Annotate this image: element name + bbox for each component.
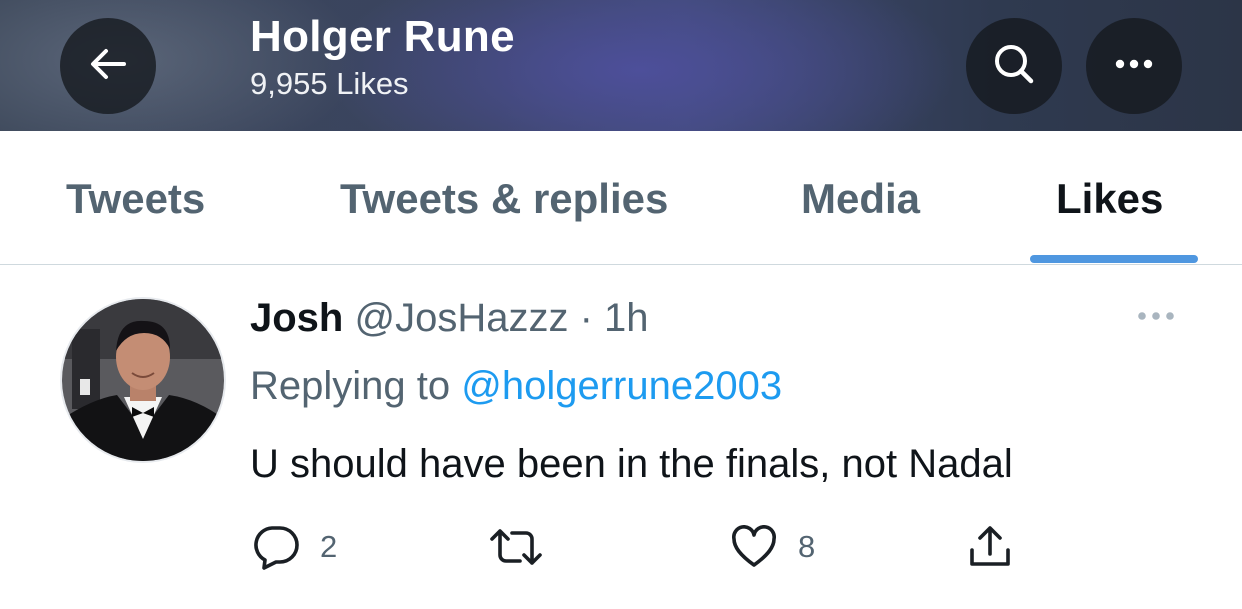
like-count: 8 [798,529,816,564]
replying-to-link[interactable]: @holgerrune2003 [461,364,782,408]
profile-name-title: Holger Rune [250,12,515,61]
retweet-icon [488,525,544,569]
search-button[interactable] [966,18,1062,114]
likes-count: 9,955 Likes [250,66,409,101]
profile-tabs: Tweets Tweets & replies Media Likes [0,131,1242,265]
profile-header: Holger Rune 9,955 Likes [0,0,1242,131]
avatar[interactable] [60,297,226,463]
more-options-button[interactable] [1086,18,1182,114]
share-icon [966,524,1014,570]
tweet-more-button[interactable] [1128,300,1184,336]
tweet-text: U should have been in the finals, not Na… [250,442,1013,486]
replying-to-label: Replying to [250,364,451,408]
back-button[interactable] [60,18,156,114]
search-icon [990,40,1038,93]
separator-dot: · [579,296,593,340]
avatar-photo [62,299,224,461]
share-button[interactable] [966,522,1014,572]
author-handle[interactable]: @JosHazzz [354,296,568,340]
replying-to-line: Replying to @holgerrune2003 [250,364,782,409]
active-tab-indicator [1030,255,1198,263]
tab-tweets-and-replies[interactable]: Tweets & replies [340,175,668,223]
author-name[interactable]: Josh [250,296,343,340]
tweet-time[interactable]: 1h [604,296,649,340]
tweet-header: Josh @JosHazzz · 1h [250,296,649,341]
heart-icon [730,525,778,569]
retweet-button[interactable] [488,522,544,572]
reply-icon [252,524,300,570]
reply-count: 2 [320,529,338,564]
like-button[interactable]: 8 [730,522,815,572]
tab-media[interactable]: Media [801,175,920,223]
tab-likes[interactable]: Likes [1056,175,1163,223]
arrow-left-icon [86,42,130,91]
more-horizontal-icon [1134,309,1178,327]
reply-button[interactable]: 2 [252,522,337,572]
more-horizontal-icon [1112,57,1156,75]
tab-tweets[interactable]: Tweets [66,175,205,223]
